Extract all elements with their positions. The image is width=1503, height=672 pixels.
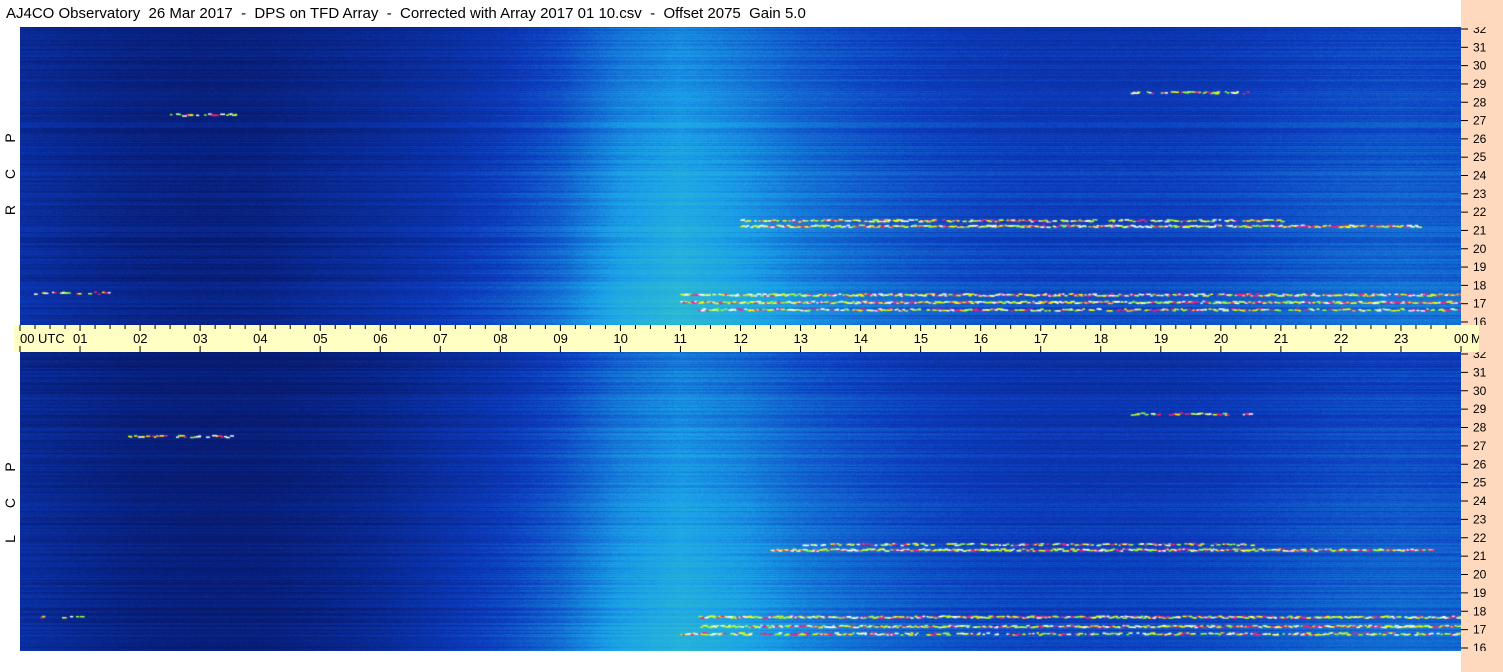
hour-label-2: 02 bbox=[133, 331, 147, 346]
lcp-freq-label-31: 31 bbox=[1473, 365, 1487, 379]
hour-label-21: 21 bbox=[1274, 331, 1288, 346]
hour-label-16: 16 bbox=[974, 331, 988, 346]
lcp-freq-label-27: 27 bbox=[1473, 439, 1487, 453]
rcp-spectrogram-canvas bbox=[20, 27, 1461, 325]
hour-label-18: 18 bbox=[1094, 331, 1108, 346]
rcp-freq-label-23: 23 bbox=[1473, 187, 1487, 201]
lcp-freq-label-16: 16 bbox=[1473, 641, 1487, 651]
hour-label-15: 15 bbox=[914, 331, 928, 346]
hour-label-13: 13 bbox=[794, 331, 808, 346]
chart-title: AJ4CO Observatory 26 Mar 2017 - DPS on T… bbox=[0, 0, 1461, 27]
hour-label-9: 09 bbox=[553, 331, 567, 346]
hour-label-6: 06 bbox=[373, 331, 387, 346]
lcp-spectrogram bbox=[20, 352, 1461, 651]
lcp-freq-label-18: 18 bbox=[1473, 604, 1487, 618]
rcp-freq-label-16: 16 bbox=[1473, 315, 1487, 325]
rcp-frequency-axis-svg: 32 31 30 29 28 27 26 25 24 23 22 21 20 19 18 17 16 bbox=[1461, 27, 1487, 325]
rcp-freq-label-29: 29 bbox=[1473, 77, 1487, 91]
lcp-freq-label-22: 22 bbox=[1473, 531, 1487, 545]
rcp-freq-label-24: 24 bbox=[1473, 169, 1487, 183]
rcp-spectrogram bbox=[20, 27, 1461, 325]
lcp-freq-label-28: 28 bbox=[1473, 421, 1487, 435]
rcp-freq-label-22: 22 bbox=[1473, 205, 1487, 219]
rcp-letter-r: R bbox=[2, 204, 18, 216]
rcp-letter-p: P bbox=[2, 133, 18, 143]
rcp-freq-label-17: 17 bbox=[1473, 297, 1487, 311]
lcp-freq-label-19: 19 bbox=[1473, 586, 1487, 600]
hour-label-19: 19 bbox=[1154, 331, 1168, 346]
hour-label-24: 00 bbox=[1454, 331, 1468, 346]
hour-label-14: 14 bbox=[854, 331, 868, 346]
rcp-frequency-axis: 32 31 30 29 28 27 26 25 24 23 22 21 20 19 18 17 16 bbox=[1461, 27, 1503, 325]
rcp-freq-label-26: 26 bbox=[1473, 132, 1487, 146]
rcp-freq-label-31: 31 bbox=[1473, 40, 1487, 54]
lcp-freq-label-24: 24 bbox=[1473, 494, 1487, 508]
hour-label-7: 07 bbox=[433, 331, 447, 346]
lcp-freq-label-23: 23 bbox=[1473, 512, 1487, 526]
lcp-freq-label-20: 20 bbox=[1473, 568, 1487, 582]
hour-label-22: 22 bbox=[1334, 331, 1348, 346]
lcp-letter-p: P bbox=[2, 462, 18, 472]
lcp-freq-label-21: 21 bbox=[1473, 549, 1487, 563]
utc-unit-label: UTC bbox=[38, 331, 65, 346]
lcp-freq-label-17: 17 bbox=[1473, 623, 1487, 637]
lcp-freq-label-29: 29 bbox=[1473, 402, 1487, 416]
rcp-freq-label-30: 30 bbox=[1473, 59, 1487, 73]
lcp-freq-label-25: 25 bbox=[1473, 476, 1487, 490]
rcp-freq-label-21: 21 bbox=[1473, 223, 1487, 237]
lcp-letter-c: C bbox=[2, 497, 18, 509]
lcp-letter-l: L bbox=[2, 535, 18, 543]
hour-label-12: 12 bbox=[734, 331, 748, 346]
hour-label-17: 17 bbox=[1034, 331, 1048, 346]
time-axis: 00 01 02 03 04 05 06 07 08 09 10 11 12 13 14 15 16 17 18 19… bbox=[14, 325, 1479, 352]
rcp-freq-label-19: 19 bbox=[1473, 260, 1487, 274]
lcp-freq-label-26: 26 bbox=[1473, 457, 1487, 471]
lcp-frequency-axis: 32 31 30 29 28 27 26 25 24 23 22 21 20 19 18 17 16 bbox=[1461, 352, 1503, 651]
mhz-unit-label: MHz bbox=[1471, 331, 1479, 346]
hour-label-23: 23 bbox=[1394, 331, 1408, 346]
rcp-freq-label-28: 28 bbox=[1473, 95, 1487, 109]
hour-label-0: 00 bbox=[20, 331, 34, 346]
rcp-freq-label-18: 18 bbox=[1473, 278, 1487, 292]
rcp-freq-label-25: 25 bbox=[1473, 150, 1487, 164]
lcp-freq-label-32: 32 bbox=[1473, 352, 1487, 361]
rcp-freq-label-32: 32 bbox=[1473, 27, 1487, 36]
hour-label-10: 10 bbox=[613, 331, 627, 346]
hour-label-1: 01 bbox=[73, 331, 87, 346]
hour-label-11: 11 bbox=[673, 331, 687, 346]
rcp-freq-label-20: 20 bbox=[1473, 242, 1487, 256]
hour-label-5: 05 bbox=[313, 331, 327, 346]
hour-label-4: 04 bbox=[253, 331, 267, 346]
time-axis-svg: 00 01 02 03 04 05 06 07 08 09 10 11 12 13 14 15 16 17 18 19… bbox=[19, 325, 1479, 352]
lcp-spectrogram-canvas bbox=[20, 352, 1461, 651]
lcp-frequency-axis-svg: 32 31 30 29 28 27 26 25 24 23 22 21 20 19 18 17 16 bbox=[1461, 352, 1487, 651]
lcp-freq-label-30: 30 bbox=[1473, 384, 1487, 398]
hour-label-3: 03 bbox=[193, 331, 207, 346]
rcp-freq-label-27: 27 bbox=[1473, 114, 1487, 128]
rcp-letter-c: C bbox=[2, 168, 18, 180]
hour-label-20: 20 bbox=[1214, 331, 1228, 346]
hour-label-8: 08 bbox=[493, 331, 507, 346]
